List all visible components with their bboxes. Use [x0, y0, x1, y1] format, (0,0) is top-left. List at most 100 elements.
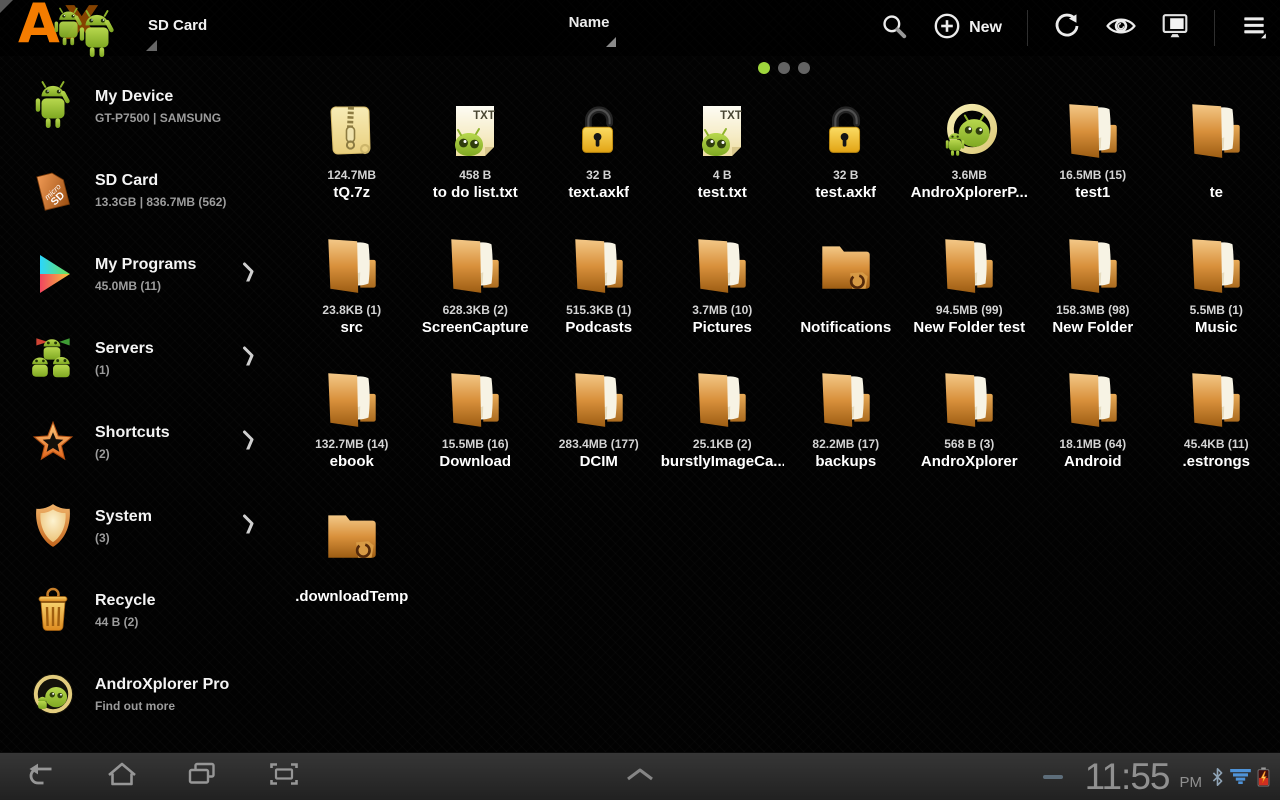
display-mode-button[interactable] [1161, 12, 1189, 45]
file-test1[interactable]: 16.5MB (15)test1 [1031, 88, 1155, 223]
sidebar-item-text: Recycle44 B (2) [95, 592, 156, 629]
file-new-folder-test[interactable]: 94.5MB (99)New Folder test [908, 223, 1032, 358]
chevron-right-icon [242, 430, 254, 455]
file-downloadtemp[interactable]: .downloadTemp [290, 492, 414, 627]
new-button-label: New [969, 19, 1002, 37]
file-ebook[interactable]: 132.7MB (14)ebook [290, 357, 414, 492]
sidebar-item-sd-card[interactable]: micro SD SD Card13.3GB | 836.7MB (562) [0, 148, 290, 232]
file-name: Podcasts [565, 319, 632, 336]
chevron-up-icon[interactable] [625, 767, 655, 786]
file-size: 82.2MB (17) [812, 437, 879, 452]
sidebar-item-text: System(3) [95, 508, 152, 545]
file-dcim[interactable]: 283.4MB (177)DCIM [537, 357, 661, 492]
sidebar-item-text: Servers(1) [95, 340, 154, 377]
file-android[interactable]: 18.1MB (64)Android [1031, 357, 1155, 492]
file-screencapture[interactable]: 628.3KB (2)ScreenCapture [414, 223, 538, 358]
file-name: .estrongs [1182, 453, 1250, 470]
file-download[interactable]: 15.5MB (16)Download [414, 357, 538, 492]
file-size: 16.5MB (15) [1059, 168, 1126, 183]
trash-icon [27, 583, 79, 637]
sidebar-item-servers[interactable]: Servers(1) [0, 316, 290, 400]
file-name: burstlyImageCa... [661, 453, 784, 470]
file-te[interactable]: te [1155, 88, 1279, 223]
folder-hidden-icon [813, 223, 879, 299]
file-src[interactable]: 23.8KB (1)src [290, 223, 414, 358]
file-podcasts[interactable]: 515.3KB (1)Podcasts [537, 223, 661, 358]
file-tq-7z[interactable]: 124.7MBtQ.7z [290, 88, 414, 223]
file-test-axkf[interactable]: 32 Btest.axkf [784, 88, 908, 223]
folder-icon [1060, 357, 1126, 433]
clock-time: 11:55 [1085, 756, 1170, 798]
folder-icon [566, 357, 632, 433]
sidebar-item-label: System [95, 508, 152, 526]
file-text-axkf[interactable]: 32 Btext.axkf [537, 88, 661, 223]
sidebar: My DeviceGT-P7500 | SAMSUNG micro SD SD … [0, 64, 290, 736]
page-title: SD Card [148, 17, 207, 34]
sidebar-item-detail: Find out more [95, 699, 229, 713]
file-size: 5.5MB (1) [1190, 303, 1243, 318]
file-size: 132.7MB (14) [315, 437, 388, 452]
chevron-right-icon [242, 514, 254, 539]
file-pictures[interactable]: 3.7MB (10)Pictures [661, 223, 785, 358]
app-logo[interactable]: X A [4, 0, 146, 56]
file-size: 458 B [459, 168, 491, 183]
sidebar-item-label: AndroXplorer Pro [95, 676, 229, 694]
sidebar-item-my-programs[interactable]: My Programs45.0MB (11) [0, 232, 290, 316]
star-icon [27, 415, 79, 469]
refresh-button[interactable] [1053, 12, 1081, 45]
folder-icon [936, 223, 1002, 299]
file-estrongs[interactable]: 45.4KB (11).estrongs [1155, 357, 1279, 492]
file-size: 283.4MB (177) [559, 437, 639, 452]
sidebar-item-shortcuts[interactable]: Shortcuts(2) [0, 400, 290, 484]
file-androxplorer[interactable]: 568 B (3)AndroXplorer [908, 357, 1032, 492]
file-name: New Folder [1052, 319, 1133, 336]
toolbar-actions: New [880, 0, 1268, 56]
file-to-do-list-txt[interactable]: TXT 458 Bto do list.txt [414, 88, 538, 223]
sidebar-item-system[interactable]: System(3) [0, 484, 290, 568]
view-button[interactable] [1106, 14, 1136, 43]
file-new-folder[interactable]: 158.3MB (98)New Folder [1031, 223, 1155, 358]
folder-icon [689, 357, 755, 433]
file-name: tQ.7z [333, 184, 370, 201]
file-name: .downloadTemp [295, 588, 408, 605]
page-dot [758, 62, 770, 74]
lock-icon [815, 88, 877, 164]
file-burstlyimageca[interactable]: 25.1KB (2)burstlyImageCa... [661, 357, 785, 492]
folder-icon [319, 223, 385, 299]
file-size: 515.3KB (1) [566, 303, 631, 318]
battery-charging-icon [1257, 767, 1270, 787]
sidebar-item-androxplorer-pro[interactable]: AndroXplorer Pro Find out more [0, 652, 290, 736]
file-test-txt[interactable]: TXT 4 Btest.txt [661, 88, 785, 223]
sidebar-item-text: My Programs45.0MB (11) [95, 256, 196, 293]
wifi-icon [1230, 769, 1251, 784]
sidebar-item-recycle[interactable]: Recycle44 B (2) [0, 568, 290, 652]
file-name: test.axkf [815, 184, 876, 201]
folder-icon [936, 357, 1002, 433]
file-size: 32 B [833, 168, 858, 183]
lock-icon [568, 88, 630, 164]
androxplorer-badge-icon [27, 667, 79, 721]
file-androxplorerp[interactable]: 3.6MBAndroXplorerP... [908, 88, 1032, 223]
search-button[interactable] [880, 12, 908, 45]
sidebar-item-label: SD Card [95, 172, 226, 190]
file-size: 15.5MB (16) [442, 437, 509, 452]
file-name: AndroXplorer [921, 453, 1018, 470]
menu-button[interactable] [1240, 12, 1268, 45]
file-music[interactable]: 5.5MB (1)Music [1155, 223, 1279, 358]
folder-hidden-icon [319, 492, 385, 568]
file-size: 45.4KB (11) [1184, 437, 1249, 452]
sidebar-item-detail: 44 B (2) [95, 615, 156, 629]
file-size: 4 B [713, 168, 732, 183]
play-store-icon [27, 247, 79, 301]
hide-bar-dash-icon[interactable] [1043, 775, 1063, 779]
file-backups[interactable]: 82.2MB (17)backups [784, 357, 908, 492]
folder-icon [442, 357, 508, 433]
sort-selector[interactable]: Name [539, 14, 639, 31]
folder-icon [1183, 88, 1249, 164]
file-notifications[interactable]: Notifications [784, 223, 908, 358]
file-name: ScreenCapture [422, 319, 529, 336]
sidebar-item-my-device[interactable]: My DeviceGT-P7500 | SAMSUNG [0, 64, 290, 148]
file-grid: 124.7MBtQ.7z TXT 458 Bto do list.txt 32 … [290, 88, 1278, 626]
file-name: test1 [1075, 184, 1110, 201]
new-button[interactable]: New [933, 12, 1002, 45]
